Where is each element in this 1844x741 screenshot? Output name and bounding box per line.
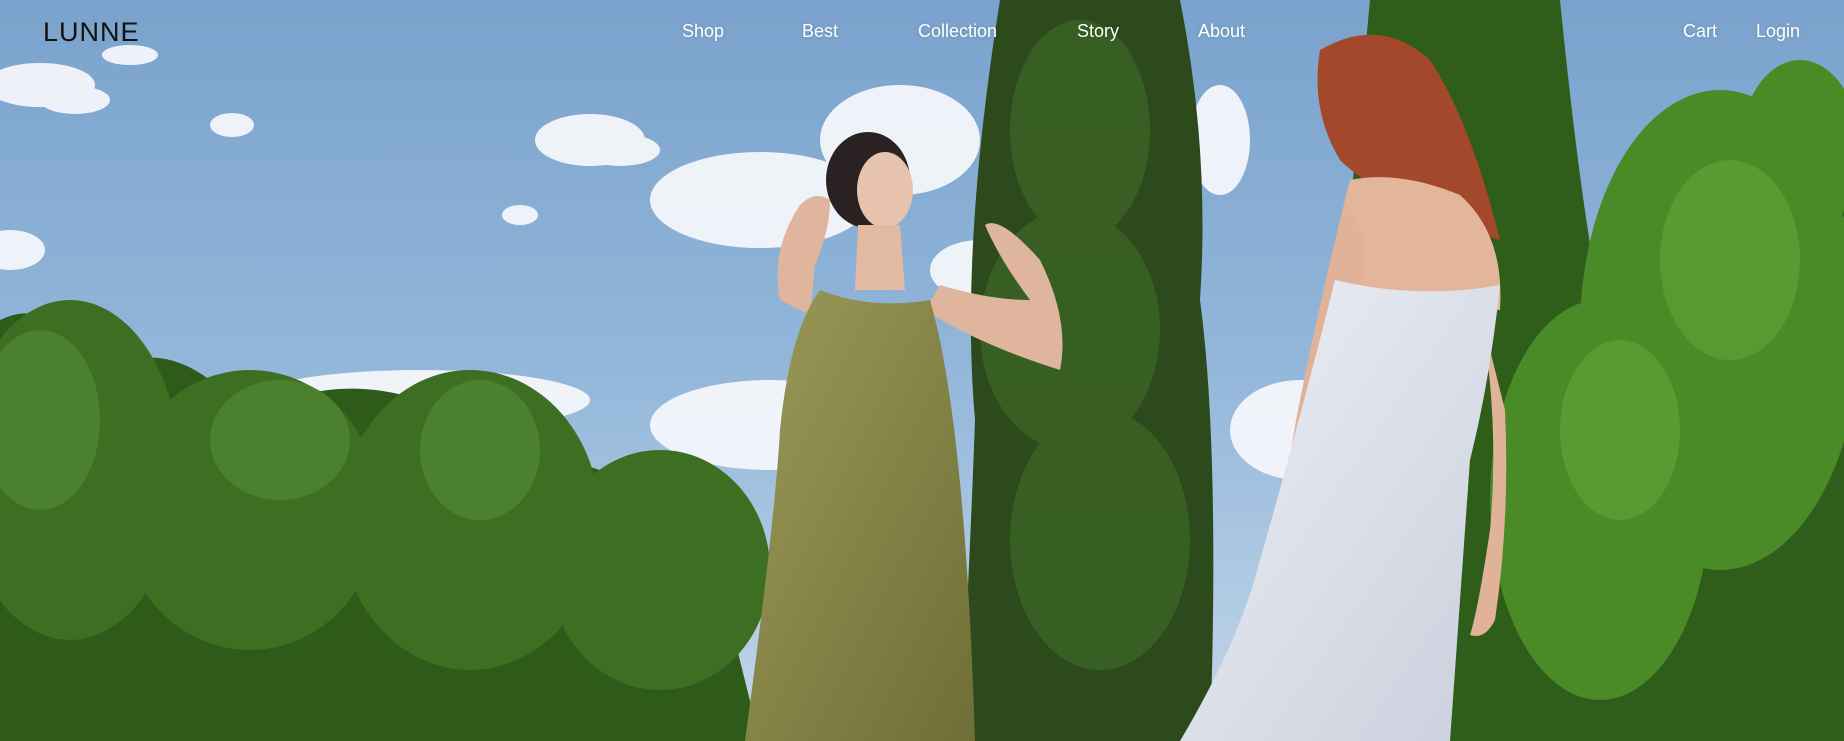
cart-link[interactable]: Cart (1683, 21, 1717, 42)
nav-item-shop[interactable]: Shop (682, 21, 724, 42)
nav-item-story[interactable]: Story (1077, 21, 1119, 42)
nav-item-collection[interactable]: Collection (918, 21, 997, 42)
top-navigation-bar: LUNNE Shop Best Collection Story About C… (0, 0, 1844, 66)
nav-item-best[interactable]: Best (802, 21, 838, 42)
login-link[interactable]: Login (1756, 21, 1800, 42)
nav-item-about[interactable]: About (1198, 21, 1245, 42)
brand-logo[interactable]: LUNNE (43, 17, 140, 48)
hero-image (0, 0, 1844, 741)
hero-banner: LUNNE Shop Best Collection Story About C… (0, 0, 1844, 741)
